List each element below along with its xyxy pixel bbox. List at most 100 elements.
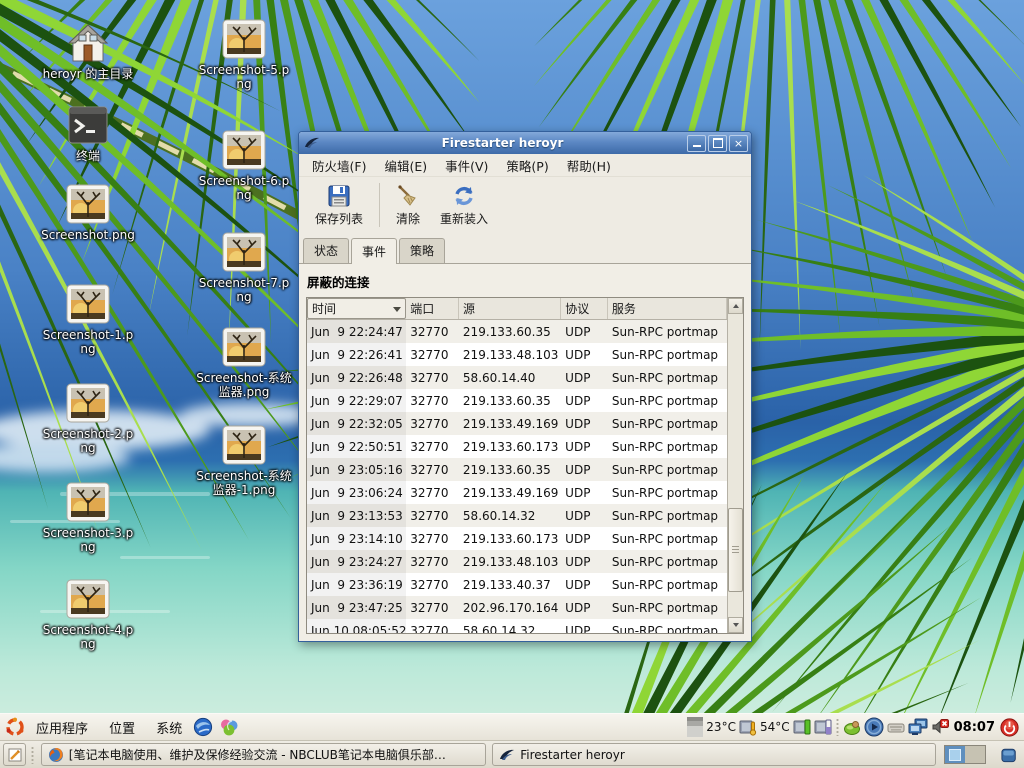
cell-protocol: UDP bbox=[561, 486, 608, 500]
table-row[interactable]: Jun 9 22:32:05 32770 219.133.49.169 UDP … bbox=[307, 412, 727, 435]
image-thumbnail-icon bbox=[66, 482, 110, 522]
desktop-icon[interactable]: Screenshot-系统监器-1.png bbox=[194, 424, 294, 497]
desktop-icon[interactable]: Screenshot-7.png bbox=[196, 231, 292, 304]
menu-item[interactable]: 防火墙(F) bbox=[303, 154, 375, 177]
table-row[interactable]: Jun 9 23:24:27 32770 219.133.48.103 UDP … bbox=[307, 550, 727, 573]
workspace-2[interactable] bbox=[965, 746, 985, 763]
notification-applet-icon[interactable] bbox=[843, 718, 861, 736]
table-row[interactable]: Jun 9 23:13:53 32770 58.60.14.32 UDP Sun… bbox=[307, 504, 727, 527]
desktop-icon[interactable]: Screenshot-4.png bbox=[40, 578, 136, 651]
tray-handle[interactable] bbox=[835, 718, 840, 736]
shutdown-icon[interactable] bbox=[1000, 718, 1019, 737]
trash-applet-icon[interactable] bbox=[1000, 746, 1017, 764]
table-row[interactable]: Jun 9 23:36:19 32770 219.133.40.37 UDP S… bbox=[307, 573, 727, 596]
tab[interactable]: 状态 bbox=[303, 238, 349, 263]
table-row[interactable]: Jun 9 23:14:10 32770 219.133.60.173 UDP … bbox=[307, 527, 727, 550]
table-row[interactable]: Jun 9 22:24:47 32770 219.133.60.35 UDP S… bbox=[307, 320, 727, 343]
table-row[interactable]: Jun 9 22:26:48 32770 58.60.14.40 UDP Sun… bbox=[307, 366, 727, 389]
menu-item[interactable]: 帮助(H) bbox=[558, 154, 620, 177]
column-header[interactable]: 服务 bbox=[608, 298, 727, 319]
cell-protocol: UDP bbox=[561, 509, 608, 523]
taskbar-handle[interactable] bbox=[30, 746, 35, 764]
column-header[interactable]: 端口 bbox=[406, 298, 459, 319]
table-row[interactable]: Jun 9 22:29:07 32770 219.133.60.35 UDP S… bbox=[307, 389, 727, 412]
cell-port: 32770 bbox=[406, 555, 459, 569]
cell-service: Sun-RPC portmap bbox=[608, 532, 727, 546]
workspace-1[interactable] bbox=[945, 746, 965, 763]
panel-menu-item[interactable]: 位置 bbox=[101, 719, 143, 740]
volume-muted-icon[interactable] bbox=[931, 718, 949, 736]
minimize-button[interactable] bbox=[687, 135, 706, 152]
column-header[interactable]: 协议 bbox=[561, 298, 608, 319]
scroll-down-button[interactable] bbox=[728, 617, 743, 633]
desktop-icon[interactable]: 终端 bbox=[40, 104, 136, 163]
distro-menu-icon[interactable] bbox=[4, 716, 26, 738]
window-titlebar[interactable]: Firestarter heroyr × bbox=[299, 132, 751, 154]
tab[interactable]: 策略 bbox=[399, 238, 445, 263]
clock[interactable]: 08:07 bbox=[954, 720, 995, 735]
table-row[interactable]: Jun 9 23:05:16 32770 219.133.60.35 UDP S… bbox=[307, 458, 727, 481]
menu-item[interactable]: 事件(V) bbox=[436, 154, 497, 177]
desktop-icon[interactable]: Screenshot.png bbox=[40, 183, 136, 242]
show-desktop-button[interactable] bbox=[3, 743, 26, 766]
system-monitor-applet[interactable] bbox=[687, 717, 703, 737]
cell-service: Sun-RPC portmap bbox=[608, 624, 727, 634]
keyboard-tray-icon[interactable] bbox=[887, 720, 905, 734]
vertical-scrollbar[interactable] bbox=[727, 298, 743, 633]
cell-source: 219.133.40.37 bbox=[459, 578, 561, 592]
menu-item[interactable]: 策略(P) bbox=[497, 154, 557, 177]
maximize-button[interactable] bbox=[708, 135, 727, 152]
column-header[interactable]: 时间 bbox=[307, 298, 406, 319]
table-row[interactable]: Jun 10 08:05:52 32770 58.60.14.32 UDP Su… bbox=[307, 619, 727, 633]
desktop-icon[interactable]: Screenshot-2.png bbox=[40, 382, 136, 455]
panel-menu-item[interactable]: 应用程序 bbox=[28, 719, 96, 740]
panel-menu-item[interactable]: 系统 bbox=[148, 719, 190, 740]
taskbar-item-label: Firestarter heroyr bbox=[520, 748, 625, 762]
taskbar-item-firestarter[interactable]: Firestarter heroyr bbox=[492, 743, 936, 766]
network-monitor-icon[interactable] bbox=[908, 718, 928, 736]
desktop-icon-label: Screenshot-3.png bbox=[40, 526, 136, 554]
tab[interactable]: 事件 bbox=[351, 238, 397, 264]
cell-service: Sun-RPC portmap bbox=[608, 601, 727, 615]
ambient-temp-label: 23°C bbox=[706, 720, 736, 734]
table-row[interactable]: Jun 9 22:26:41 32770 219.133.48.103 UDP … bbox=[307, 343, 727, 366]
cpu-load-icon[interactable] bbox=[793, 718, 811, 736]
desktop-icon[interactable]: Screenshot-3.png bbox=[40, 481, 136, 554]
cell-protocol: UDP bbox=[561, 325, 608, 339]
scrollbar-trough[interactable] bbox=[728, 314, 743, 617]
cell-time: Jun 10 08:05:52 bbox=[307, 619, 406, 633]
cell-port: 32770 bbox=[406, 371, 459, 385]
desktop-icon[interactable]: Screenshot-系统监器.png bbox=[194, 326, 294, 399]
table-row[interactable]: Jun 9 23:47:25 32770 202.96.170.164 UDP … bbox=[307, 596, 727, 619]
list-body: Jun 9 22:24:47 32770 219.133.60.35 UDP S… bbox=[307, 320, 727, 633]
list-header: 时间 端口 源 bbox=[307, 298, 727, 320]
battery-applet-icon[interactable] bbox=[814, 718, 832, 736]
scroll-up-button[interactable] bbox=[728, 298, 743, 314]
desktop-icon[interactable]: Screenshot-5.png bbox=[196, 18, 292, 91]
scrollbar-thumb[interactable] bbox=[728, 508, 743, 592]
cell-port: 32770 bbox=[406, 486, 459, 500]
browser-launcher-icon[interactable] bbox=[192, 716, 214, 738]
close-button[interactable]: × bbox=[729, 135, 748, 152]
player-tray-icon[interactable] bbox=[864, 717, 884, 737]
table-row[interactable]: Jun 9 23:06:24 32770 219.133.49.169 UDP … bbox=[307, 481, 727, 504]
desktop-icon[interactable]: heroyr 的主目录 bbox=[40, 22, 136, 81]
reload-button[interactable]: 重新装入 bbox=[430, 179, 498, 231]
column-header[interactable]: 源 bbox=[459, 298, 561, 319]
app-launcher-icon[interactable] bbox=[218, 716, 240, 738]
taskbar-item-firefox[interactable]: [笔记本电脑使用、维护及保修经验交流 - NBCLUB笔记本电脑俱乐部… bbox=[41, 743, 486, 766]
cell-source: 219.133.60.35 bbox=[459, 325, 561, 339]
cell-port: 32770 bbox=[406, 463, 459, 477]
save-list-button[interactable]: 保存列表 bbox=[305, 179, 373, 231]
table-row[interactable]: Jun 9 22:50:51 32770 219.133.60.173 UDP … bbox=[307, 435, 727, 458]
desktop-icon[interactable]: Screenshot-6.png bbox=[196, 129, 292, 202]
desktop-icon[interactable]: Screenshot-1.png bbox=[40, 283, 136, 356]
clear-button[interactable]: 清除 bbox=[386, 179, 430, 231]
menu-item[interactable]: 编辑(E) bbox=[375, 154, 436, 177]
desktop-icon-label: Screenshot-4.png bbox=[40, 623, 136, 651]
toolbar-separator bbox=[379, 183, 380, 227]
cpu-thermometer-icon[interactable] bbox=[739, 718, 757, 736]
chevron-down-icon bbox=[393, 307, 401, 312]
cell-service: Sun-RPC portmap bbox=[608, 509, 727, 523]
image-thumbnail-icon bbox=[222, 130, 266, 170]
